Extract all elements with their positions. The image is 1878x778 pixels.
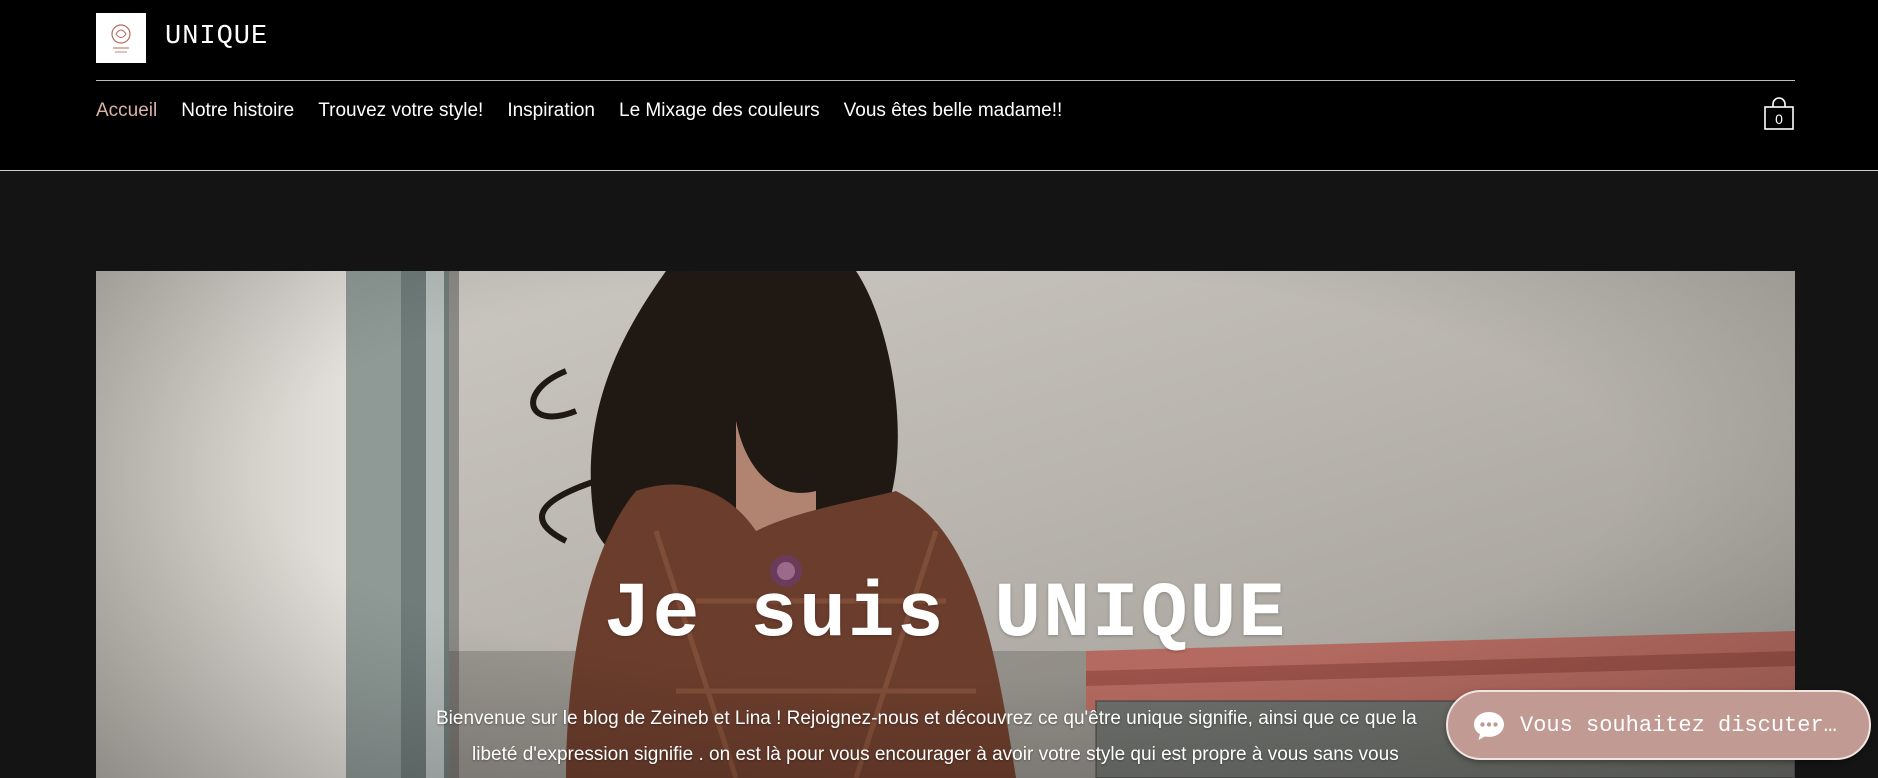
site-title[interactable]: UNIQUE (165, 22, 268, 52)
nav-item-notre-histoire[interactable]: Notre histoire (181, 100, 294, 122)
cart-count: 0 (1775, 111, 1783, 127)
shopping-bag-icon: 0 (1764, 97, 1794, 130)
chat-bubble-icon (1474, 712, 1504, 740)
nav-item-inspiration[interactable]: Inspiration (507, 100, 595, 122)
site-header: UNIQUE Accueil Notre histoire Trouvez vo… (0, 0, 1878, 171)
nav-item-belle-madame[interactable]: Vous êtes belle madame!! (844, 100, 1063, 122)
brand-logo-icon[interactable] (96, 13, 146, 63)
nav-item-mixage-couleurs[interactable]: Le Mixage des couleurs (619, 100, 820, 122)
chat-widget-label: Vous souhaitez discuter… (1520, 712, 1837, 738)
chat-widget-button[interactable]: Vous souhaitez discuter… (1446, 690, 1871, 760)
hero-description: Bienvenue sur le blog de Zeineb et Lina … (436, 701, 1456, 773)
hero-description-line-1: Bienvenue sur le blog de Zeineb et Lina … (436, 708, 1417, 729)
header-divider (96, 80, 1795, 81)
hero-description-line-2: libeté d'expression signifie . on est là… (472, 744, 1399, 765)
nav-item-trouvez-votre-style[interactable]: Trouvez votre style! (318, 100, 483, 122)
nav-item-accueil[interactable]: Accueil (96, 100, 157, 122)
main-nav: Accueil Notre histoire Trouvez votre sty… (96, 100, 1086, 122)
hero-title: Je suis UNIQUE (603, 571, 1288, 659)
cart-button[interactable]: 0 (1764, 97, 1794, 130)
